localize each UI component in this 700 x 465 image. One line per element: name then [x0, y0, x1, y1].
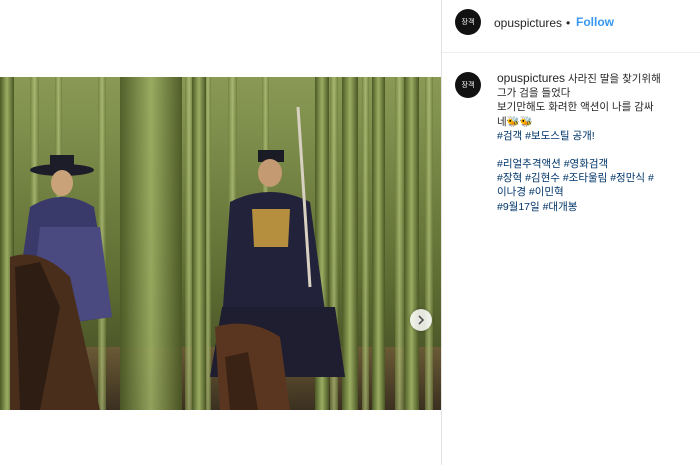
separator-dot: •: [566, 16, 571, 30]
hashtag-line[interactable]: #9월17일 #대개봉: [497, 200, 697, 214]
post-media-pane: [0, 0, 441, 465]
post-header: 장객 opuspictures • Follow: [442, 0, 700, 44]
header-username[interactable]: opuspictures: [494, 16, 562, 30]
caption-text-line: 보기만해도 화려한 액션이 나를 감싸: [497, 101, 654, 114]
chevron-right-icon: [418, 315, 425, 325]
caption-text-line: 사라진 딸을 찾기위해: [567, 73, 661, 85]
caption-text-line: 그가 검을 들었다: [497, 87, 571, 100]
hashtag-line[interactable]: 이나경 #이민혁: [497, 185, 697, 199]
hashtag-line[interactable]: #검객 #보도스틸 공개!: [497, 129, 697, 143]
next-photo-button[interactable]: [410, 309, 432, 331]
follow-button[interactable]: Follow: [576, 15, 614, 29]
hashtag-line[interactable]: #장혁 #김현수 #조타울림 #정만식 #: [497, 171, 697, 185]
post-caption: opuspictures 사라진 딸을 찾기위해 그가 검을 들었다 보기만해도…: [497, 71, 697, 214]
caption-avatar[interactable]: 장객: [455, 72, 481, 98]
header-divider: [442, 52, 700, 53]
avatar-logo-text: 장객: [461, 18, 475, 26]
post-photo[interactable]: [0, 77, 441, 410]
caption-first-line: opuspictures 사라진 딸을 찾기위해: [497, 71, 697, 86]
hashtag-line[interactable]: #리얼추격액션 #영화검객: [497, 157, 697, 171]
post-sidebar: 장객 opuspictures • Follow 장객 opuspictures…: [442, 0, 700, 465]
bamboo-forest-scene: [0, 77, 441, 410]
caption-avatar-logo-text: 장객: [461, 81, 475, 89]
profile-avatar[interactable]: 장객: [455, 9, 481, 35]
caption-username[interactable]: opuspictures: [497, 71, 565, 85]
caption-text-line: 네🐝🐝: [497, 115, 533, 128]
